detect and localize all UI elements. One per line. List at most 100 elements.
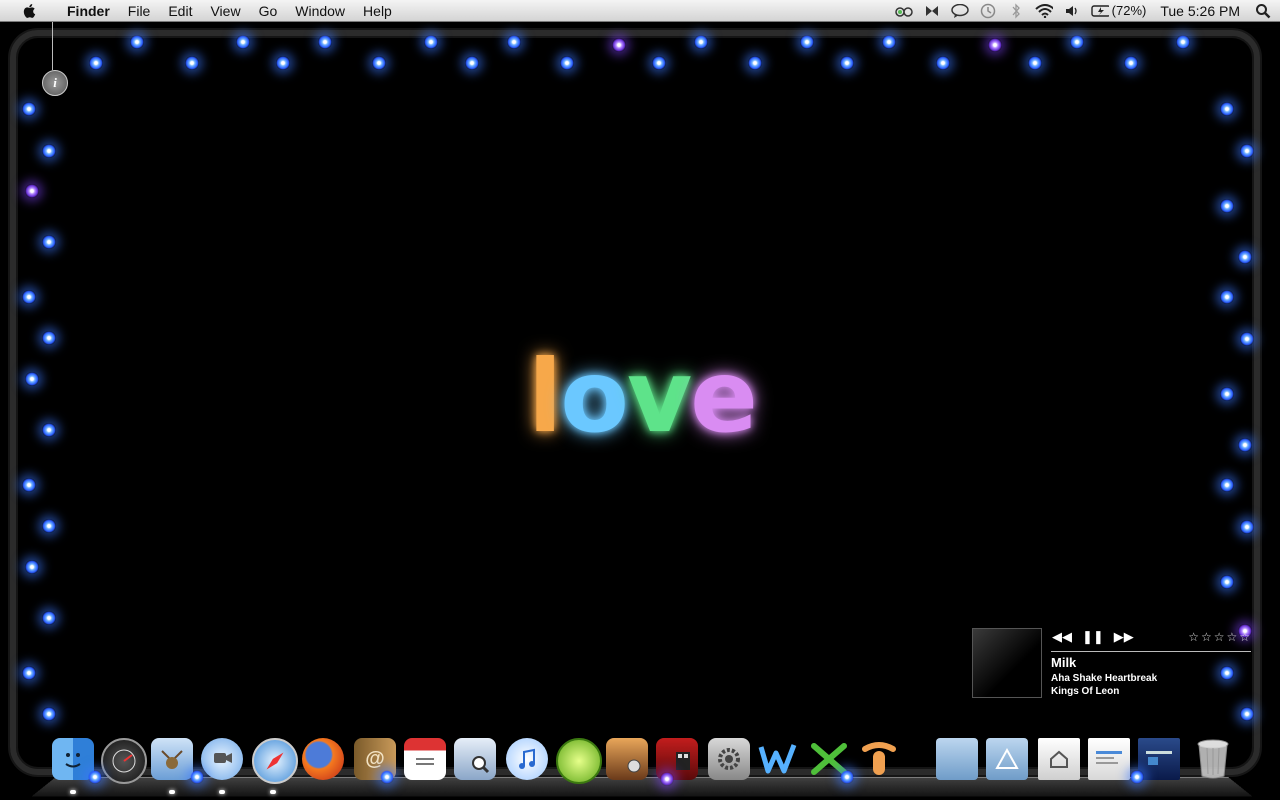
light-bulb xyxy=(1220,478,1234,492)
dashboard-icon[interactable] xyxy=(101,738,147,784)
light-bulb xyxy=(748,56,762,70)
system-preferences-icon[interactable] xyxy=(708,738,750,780)
light-bulb xyxy=(882,35,896,49)
light-bulb xyxy=(800,35,814,49)
light-bulb xyxy=(42,235,56,249)
applications-folder-icon[interactable] xyxy=(936,738,978,780)
light-bulb xyxy=(42,707,56,721)
light-bulb xyxy=(1240,332,1254,346)
itunes-icon[interactable] xyxy=(506,738,548,780)
album-cover xyxy=(972,628,1042,698)
grapher-icon[interactable] xyxy=(858,738,900,780)
light-bulb xyxy=(1176,35,1190,49)
pause-button[interactable]: ❚❚ xyxy=(1082,629,1104,645)
light-bulb xyxy=(1220,387,1234,401)
battery-percent: (72%) xyxy=(1111,3,1147,18)
glasses-menulet-icon[interactable] xyxy=(894,3,913,19)
album-name: Aha Shake Heartbreak xyxy=(1051,673,1158,684)
artist-name: Kings Of Leon xyxy=(1051,686,1120,697)
menubar-clock[interactable]: Tue 5:26 PM xyxy=(1156,3,1244,19)
light-bulb xyxy=(22,102,36,116)
light-bulb xyxy=(42,331,56,345)
menu-edit[interactable]: Edit xyxy=(159,0,201,22)
bow-menulet-icon[interactable] xyxy=(923,3,941,19)
apple-menu-icon[interactable] xyxy=(0,0,58,22)
light-bulb xyxy=(42,423,56,437)
ichat-icon[interactable] xyxy=(201,738,243,780)
info-button-string xyxy=(52,22,53,70)
ical-icon[interactable] xyxy=(404,738,446,780)
track-title: Milk xyxy=(1051,655,1077,670)
previous-track-button[interactable]: ◀◀ xyxy=(1052,629,1072,645)
light-bulb xyxy=(694,35,708,49)
light-bulb xyxy=(25,372,39,386)
downloads-stack-icon[interactable] xyxy=(1088,738,1130,780)
info-button[interactable]: i xyxy=(42,70,68,96)
light-bulb xyxy=(185,56,199,70)
light-bulb xyxy=(88,770,102,784)
light-bulb xyxy=(22,290,36,304)
light-bulb xyxy=(424,35,438,49)
documents-stack-icon[interactable] xyxy=(1038,738,1080,780)
next-track-button[interactable]: ▶▶ xyxy=(1114,629,1134,645)
menu-view[interactable]: View xyxy=(201,0,249,22)
volume-icon[interactable] xyxy=(1063,3,1081,19)
light-bulb xyxy=(22,666,36,680)
light-bulb xyxy=(236,35,250,49)
safari-icon[interactable] xyxy=(252,738,298,784)
menu-window[interactable]: Window xyxy=(286,0,354,22)
time-machine-icon[interactable] xyxy=(979,3,997,19)
light-bulb xyxy=(660,772,674,786)
light-bulb xyxy=(1240,520,1254,534)
mail-icon[interactable] xyxy=(151,738,193,780)
light-bulb xyxy=(1238,438,1252,452)
preview-icon[interactable] xyxy=(454,738,496,780)
light-bulb xyxy=(612,38,626,52)
battery-status[interactable]: (72%) xyxy=(1090,3,1147,19)
menu-file[interactable]: File xyxy=(119,0,160,22)
light-bulb xyxy=(89,56,103,70)
app-menu-finder[interactable]: Finder xyxy=(58,0,119,22)
battery-icon xyxy=(1090,3,1109,19)
wallpaper-letter: v xyxy=(626,338,692,455)
limewire-icon[interactable] xyxy=(556,738,602,784)
light-bulb xyxy=(1240,144,1254,158)
light-bulb xyxy=(1220,575,1234,589)
light-bulb xyxy=(1240,707,1254,721)
iphoto-icon[interactable] xyxy=(606,738,648,780)
firefox-icon[interactable] xyxy=(302,738,344,780)
light-bulb xyxy=(190,770,204,784)
running-indicator xyxy=(270,790,276,794)
light-bulb xyxy=(318,35,332,49)
light-bulb xyxy=(372,56,386,70)
menu-help[interactable]: Help xyxy=(354,0,401,22)
menu-go[interactable]: Go xyxy=(250,0,287,22)
dock: @ xyxy=(0,736,1280,800)
spotlight-search-icon[interactable] xyxy=(1254,3,1272,19)
desktop: i love ◀◀ ❚❚ ▶▶ ☆☆☆☆☆ Milk Aha Shake Hea… xyxy=(0,22,1280,800)
light-bulb xyxy=(465,56,479,70)
light-bulb xyxy=(560,56,574,70)
running-indicator xyxy=(219,790,225,794)
utilities-folder-icon[interactable] xyxy=(986,738,1028,780)
light-bulb xyxy=(652,56,666,70)
light-bulb xyxy=(1220,199,1234,213)
light-bulb xyxy=(42,144,56,158)
rating-stars[interactable]: ☆☆☆☆☆ xyxy=(1188,630,1252,644)
player-divider xyxy=(1051,651,1251,652)
light-bulb xyxy=(507,35,521,49)
bluetooth-icon[interactable] xyxy=(1007,2,1025,19)
wallpaper-letter: o xyxy=(560,338,629,455)
microsoft-word-icon[interactable] xyxy=(757,738,799,780)
wallpaper-letter: l xyxy=(528,338,562,455)
desktop-screenshot-stack-icon[interactable] xyxy=(1138,738,1180,780)
light-bulb xyxy=(380,770,394,784)
light-bulb xyxy=(840,770,854,784)
light-bulb xyxy=(1130,770,1144,784)
chat-bubble-icon[interactable] xyxy=(950,3,969,19)
light-bulb xyxy=(1070,35,1084,49)
light-bulb xyxy=(130,35,144,49)
trash-icon[interactable] xyxy=(1192,738,1234,780)
light-bulb xyxy=(25,560,39,574)
wifi-icon[interactable] xyxy=(1035,3,1053,19)
